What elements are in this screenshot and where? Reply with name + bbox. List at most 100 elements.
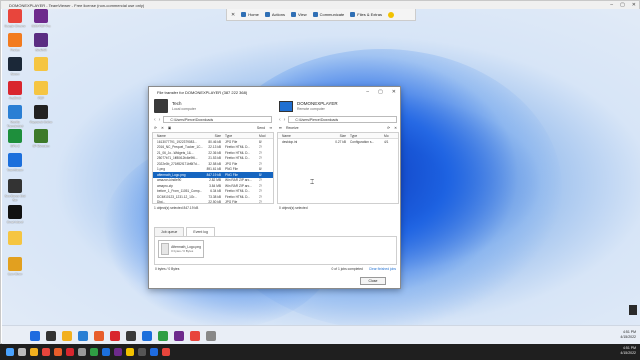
file-row[interactable]: 2016_NC_Prequel_Tucker_1C... 22.13 kB Fire… — [153, 145, 273, 151]
taskbar-app-icon[interactable] — [110, 331, 120, 341]
local-taskbar-icon[interactable] — [162, 348, 170, 356]
taskbar-app-icon[interactable] — [206, 331, 216, 341]
dialog-minimize-icon[interactable]: – — [366, 89, 369, 95]
delete-icon[interactable]: ✕ — [161, 126, 164, 130]
toolbar-files-extras[interactable]: Files & Extras — [350, 12, 382, 17]
col-name[interactable]: Name — [153, 134, 205, 138]
file-row[interactable]: DCIM10123_1231.12_1Gr... 73.38 kB Firefox … — [153, 194, 273, 200]
remote-col-mod[interactable]: Mo — [384, 134, 398, 138]
remote-col-name[interactable]: Name — [278, 134, 330, 138]
desktop-icon[interactable]: SUM PDF Pro — [28, 9, 54, 28]
remote-desktop[interactable]: Google Chrome SUM PDF Pro Firefox WinRAR Ste… — [2, 9, 640, 325]
refresh-icon[interactable]: ⟳ — [154, 126, 157, 130]
local-taskbar-icon[interactable] — [114, 348, 122, 356]
toolbar-communicate[interactable]: Communicate — [312, 12, 344, 17]
file-row[interactable]: Digi... 22.50 kB JPG File 7/ — [153, 200, 273, 203]
send-button[interactable]: Send — [257, 126, 265, 130]
desktop-icon[interactable]: Ragnarok Online — [28, 105, 54, 124]
file-row[interactable]: 25077b71_1ff80t12fc6e9f6... 21.53 kB Firef… — [153, 156, 273, 162]
new-folder-icon[interactable]: ▣ — [168, 126, 171, 130]
toolbar-actions[interactable]: Actions — [264, 12, 285, 17]
local-taskbar-icon[interactable] — [102, 348, 110, 356]
file-row[interactable]: amapro-zip 3.84 MB Win RAR ZIP arc... 7/ — [153, 183, 273, 189]
taskbar-app-icon[interactable] — [46, 331, 56, 341]
desktop-icon[interactable]: Google Chrome — [2, 9, 28, 28]
clear-finished-link[interactable]: Clear finished jobs — [369, 267, 396, 271]
file-row[interactable]: amazon-kindle90 2.82 MB Win RAR ZIP arc...… — [153, 178, 273, 184]
dialog-close-icon[interactable]: ✕ — [392, 89, 396, 95]
file-row[interactable]: 1613077791_1922379083... 80.46 kB JPG File… — [153, 139, 273, 145]
taskbar-app-icon[interactable] — [30, 331, 40, 341]
local-taskbar-icon[interactable] — [138, 348, 146, 356]
desktop-icon[interactable] — [2, 231, 28, 246]
side-panel-toggle[interactable] — [629, 305, 637, 315]
taskbar-app-icon[interactable] — [126, 331, 136, 341]
taskbar-app-icon[interactable] — [190, 331, 200, 341]
local-taskbar-icon[interactable] — [30, 348, 38, 356]
remote-file-list[interactable]: Name Size Type Mo desktop.ini 0.27 kB Conf… — [277, 132, 399, 204]
local-taskbar-icon[interactable] — [42, 348, 50, 356]
local-taskbar-icon[interactable] — [126, 348, 134, 356]
warning-icon[interactable] — [387, 11, 394, 18]
desktop-icon[interactable] — [28, 57, 54, 72]
send-arrow-icon[interactable]: ➜ — [269, 126, 272, 130]
local-taskbar-icon[interactable] — [6, 348, 14, 356]
file-row[interactable]: 1.png 891.61 kB PNG File 8/ — [153, 167, 273, 173]
local-taskbar-icon[interactable] — [54, 348, 62, 356]
desktop-icon[interactable]: TeamViewer — [2, 153, 28, 172]
event-item[interactable]: Aftermath_Logo.png 0 bytes / 0 Bytes — [158, 240, 204, 258]
taskbar-app-icon[interactable] — [174, 331, 184, 341]
remote-clock[interactable]: 4:51 PM 4/15/2022 — [620, 330, 636, 340]
taskbar-app-icon[interactable] — [94, 331, 104, 341]
local-file-list[interactable]: Name Size Type Mod 1613077791_1922379083… — [152, 132, 274, 204]
dialog-maximize-icon[interactable]: ▢ — [378, 89, 383, 95]
file-row[interactable]: 21_06_Jo...Widgets_1&... 22.36 kB Firefox … — [153, 150, 273, 156]
col-size[interactable]: Size — [205, 134, 223, 138]
local-taskbar-icon[interactable] — [150, 348, 158, 356]
desktop-icon[interactable]: SP Elevation — [28, 129, 54, 148]
close-button[interactable]: Close — [360, 277, 386, 285]
receive-button[interactable]: Receive — [286, 126, 299, 130]
desktop-icon[interactable]: PDF — [28, 81, 54, 100]
toolbar-close-icon[interactable]: ✕ — [231, 12, 235, 18]
close-icon[interactable]: ✕ — [632, 2, 636, 8]
desktop-icon[interactable]: Dead Island — [2, 205, 28, 224]
taskbar-app-icon[interactable] — [78, 331, 88, 341]
file-row[interactable]: aftermath_Logo.png 847.19 kB PNG File 8/ — [153, 172, 273, 178]
remote-path-input[interactable]: C:\Users\Pierce\Downloads — [288, 116, 397, 123]
desktop-icon[interactable]: Coin Miner — [2, 257, 28, 276]
taskbar-app-icon[interactable] — [158, 331, 168, 341]
col-mod[interactable]: Mod — [259, 134, 273, 138]
toolbar-home[interactable]: Home — [241, 12, 259, 17]
local-taskbar-icon[interactable] — [18, 348, 26, 356]
desktop-icon[interactable]: AnyDesk — [2, 81, 28, 100]
remote-col-type[interactable]: Type — [348, 134, 384, 138]
taskbar-app-icon[interactable] — [62, 331, 72, 341]
desktop-icon[interactable]: Sea Dance Dial Bar — [2, 179, 28, 202]
desktop-icon[interactable]: Steam — [2, 57, 28, 76]
desktop-icon[interactable]: Mozilla Thunderbird — [2, 105, 28, 128]
file-row[interactable]: desktop.ini 0.27 kB Configuration s... 4/1 — [278, 139, 398, 145]
taskbar-app-icon[interactable] — [142, 331, 152, 341]
remote-col-size[interactable]: Size — [330, 134, 348, 138]
local-taskbar-icon[interactable] — [78, 348, 86, 356]
desktop-icon[interactable]: GPU Z — [2, 129, 28, 148]
maximize-icon[interactable]: ▢ — [620, 2, 625, 8]
toolbar-view[interactable]: View — [291, 12, 307, 17]
minimize-icon[interactable]: – — [610, 2, 613, 8]
remote-forward-icon[interactable]: › — [284, 117, 286, 123]
remote-back-icon[interactable]: ‹ — [279, 117, 281, 123]
col-type[interactable]: Type — [223, 134, 259, 138]
file-row[interactable]: before_1_From_11051_Comp... 6.34 kB Firefo… — [153, 189, 273, 195]
forward-icon[interactable]: › — [159, 117, 161, 123]
local-clock[interactable]: 4:51 PM 4/15/2022 — [620, 346, 636, 356]
remote-delete-icon[interactable]: ✕ — [394, 126, 397, 130]
remote-refresh-icon[interactable]: ⟳ — [387, 126, 390, 130]
desktop-icon[interactable]: WinRAR — [28, 33, 54, 52]
back-icon[interactable]: ‹ — [154, 117, 156, 123]
local-path-input[interactable]: C:\Users\Pierce\Downloads — [163, 116, 272, 123]
local-taskbar-icon[interactable] — [90, 348, 98, 356]
desktop-icon[interactable]: Firefox — [2, 33, 28, 52]
local-taskbar-icon[interactable] — [66, 348, 74, 356]
receive-arrow-icon[interactable]: ⬅ — [279, 126, 282, 130]
